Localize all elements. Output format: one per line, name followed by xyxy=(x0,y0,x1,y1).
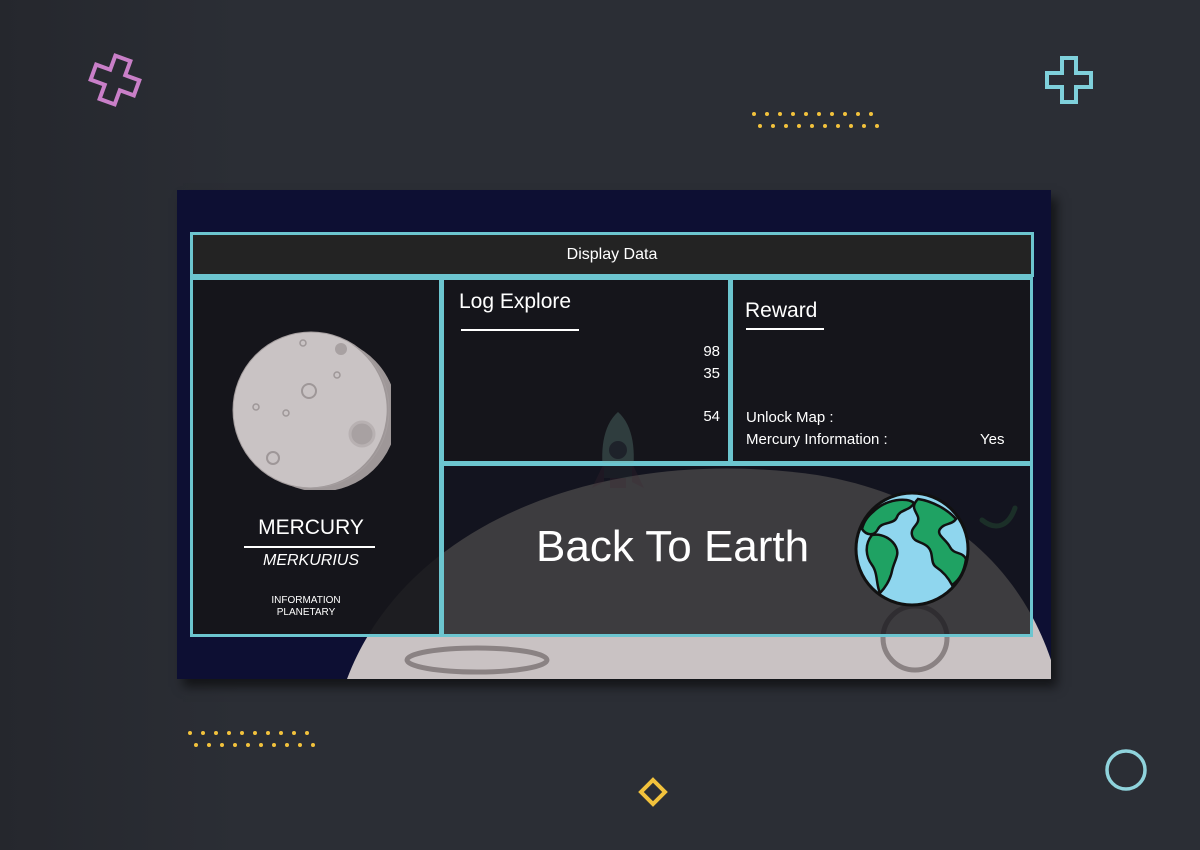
dot xyxy=(810,124,814,128)
reward-underline xyxy=(746,328,824,330)
earth-icon[interactable] xyxy=(852,489,972,609)
yellow-dots-top xyxy=(752,112,892,132)
mercury-information-label: Mercury Information : xyxy=(746,431,888,448)
pink-plus-icon xyxy=(88,53,142,107)
planet-name: MERCURY xyxy=(258,516,364,539)
dot xyxy=(246,743,250,747)
dot xyxy=(272,743,276,747)
dot xyxy=(311,743,315,747)
mercury-information-value: Yes xyxy=(980,431,1005,448)
yellow-dots-bottom xyxy=(188,731,328,751)
log-value-3: 54 xyxy=(703,408,720,425)
dot xyxy=(758,124,762,128)
dot xyxy=(220,743,224,747)
cyan-plus-icon xyxy=(1045,56,1093,104)
display-data-header: Display Data xyxy=(190,232,1034,277)
log-explore-panel: Log Explore 98 35 54 xyxy=(441,277,731,488)
header-title: Display Data xyxy=(566,246,658,263)
mercury-planet-icon xyxy=(232,331,391,490)
dot xyxy=(797,124,801,128)
planet-info-line1: INFORMATION xyxy=(271,595,341,606)
dot xyxy=(305,731,309,735)
dot xyxy=(214,731,218,735)
dot xyxy=(869,112,873,116)
dot xyxy=(266,731,270,735)
dot xyxy=(856,112,860,116)
planet-info-line2: PLANETARY xyxy=(276,607,336,618)
circle-outline-icon xyxy=(1105,749,1147,791)
dot xyxy=(201,731,205,735)
dot xyxy=(188,731,192,735)
log-explore-underline xyxy=(461,329,579,331)
log-value-2: 35 xyxy=(703,365,720,382)
dot xyxy=(778,112,782,116)
dot xyxy=(830,112,834,116)
back-to-earth-button[interactable]: Back To Earth xyxy=(441,463,1033,637)
planet-name-divider xyxy=(244,546,375,548)
dot xyxy=(752,112,756,116)
dot xyxy=(862,124,866,128)
dot xyxy=(240,731,244,735)
dot xyxy=(207,743,211,747)
back-to-earth-label: Back To Earth xyxy=(536,522,810,571)
dot xyxy=(259,743,263,747)
planet-panel: MERCURY MERKURIUS INFORMATION PLANETARY xyxy=(190,277,442,637)
log-value-1: 98 xyxy=(703,343,720,360)
dot xyxy=(194,743,198,747)
dot xyxy=(227,731,231,735)
dot xyxy=(836,124,840,128)
planet-alias: MERKURIUS xyxy=(262,552,359,569)
dot xyxy=(765,112,769,116)
dot xyxy=(298,743,302,747)
game-window: Display Data MERCURY MERKURIUS INFORMATI… xyxy=(177,190,1051,679)
dot xyxy=(233,743,237,747)
unlock-map-label: Unlock Map : xyxy=(746,409,834,426)
dot xyxy=(875,124,879,128)
dot xyxy=(784,124,788,128)
dot xyxy=(253,731,257,735)
dot xyxy=(285,743,289,747)
reward-panel: Reward Unlock Map : Mercury Information … xyxy=(730,277,1033,464)
dot xyxy=(804,112,808,116)
diamond-outline-icon xyxy=(638,777,668,807)
dot xyxy=(843,112,847,116)
dot xyxy=(292,731,296,735)
reward-title: Reward xyxy=(745,299,818,322)
dot xyxy=(771,124,775,128)
dot xyxy=(817,112,821,116)
dot xyxy=(849,124,853,128)
dot xyxy=(279,731,283,735)
log-explore-title: Log Explore xyxy=(459,290,572,313)
dot xyxy=(791,112,795,116)
planet-info: INFORMATION PLANETARY xyxy=(193,595,419,619)
dot xyxy=(823,124,827,128)
